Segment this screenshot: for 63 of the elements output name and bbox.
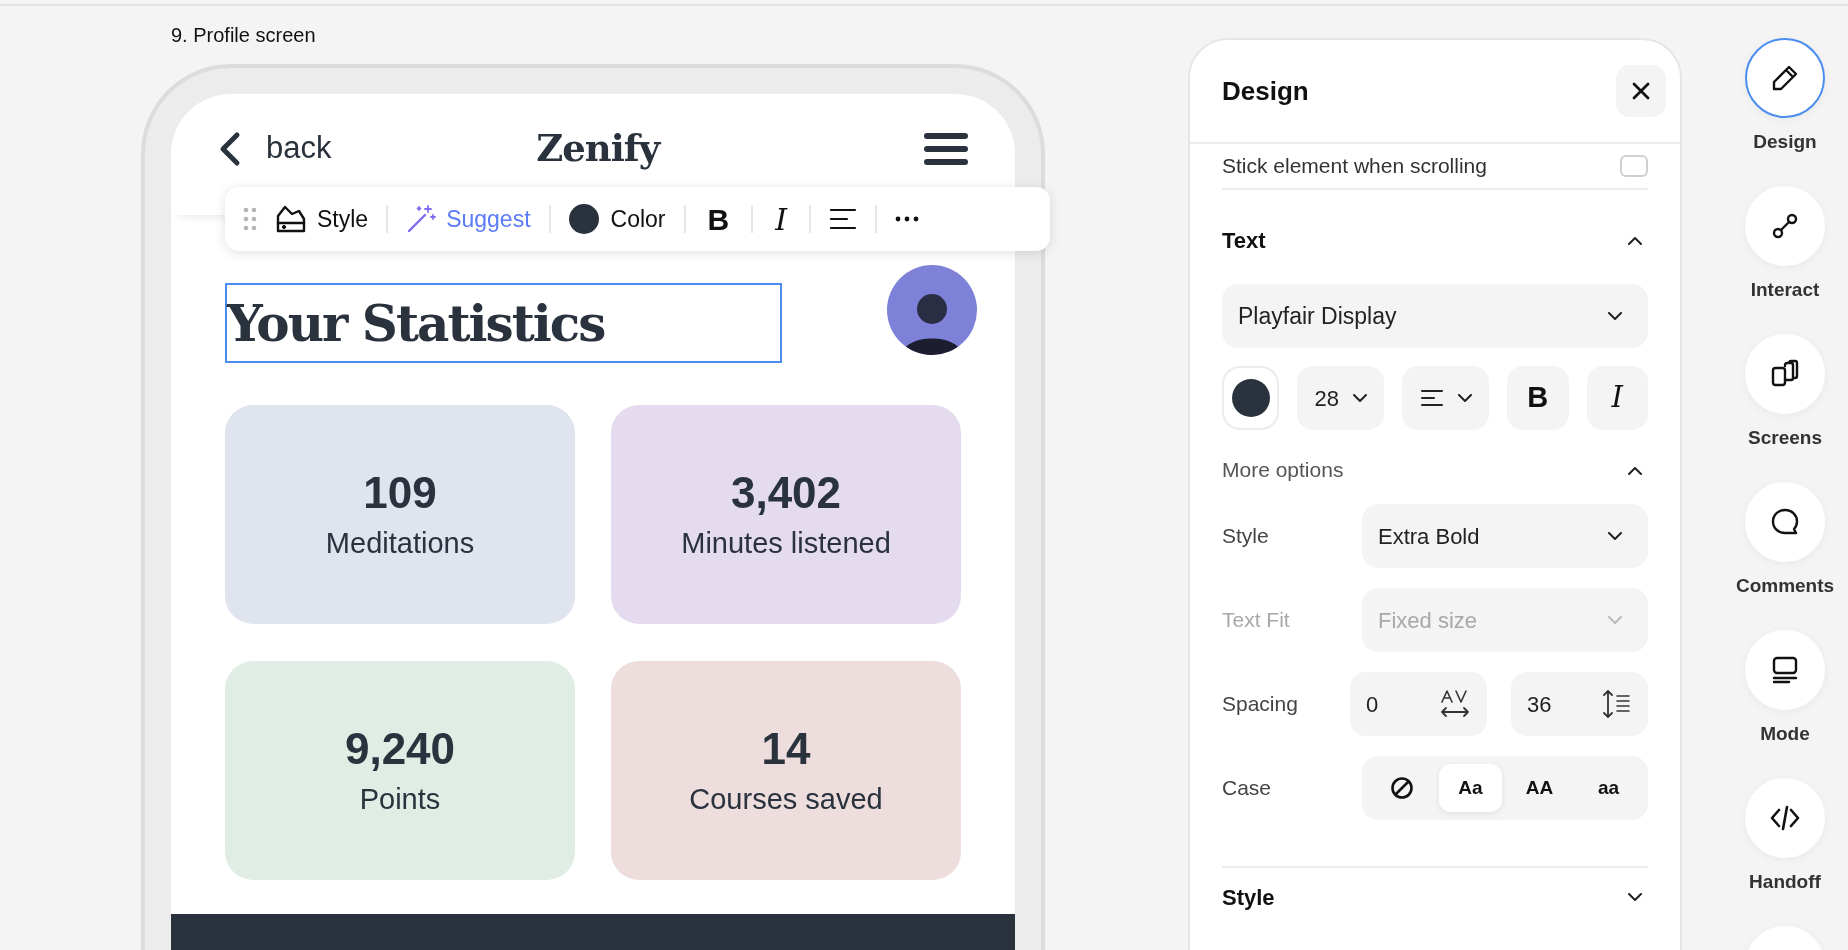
rail-label: Interact [1750, 278, 1820, 302]
style-button[interactable]: Style [275, 201, 369, 237]
checkbox[interactable] [1620, 155, 1648, 177]
section-title: Text [1222, 226, 1266, 255]
color-picker[interactable] [1222, 366, 1280, 430]
stat-label: Courses saved [689, 785, 883, 814]
chevron-down-icon [1353, 393, 1367, 403]
close-icon [1632, 82, 1650, 100]
dropdown[interactable]: Extra Bold [1362, 504, 1648, 568]
stat-value: 3,402 [730, 471, 842, 515]
color-button[interactable]: Color [568, 201, 666, 237]
bold-button[interactable]: B [703, 196, 734, 242]
field-label: Style [1222, 523, 1270, 550]
stat-label: Minutes listened [681, 529, 891, 558]
field-label: Text Fit [1222, 607, 1291, 634]
menu-icon[interactable] [924, 131, 968, 166]
field-label: Case [1222, 775, 1273, 802]
stat-value: 109 [363, 471, 437, 515]
chevron-down-icon [1608, 615, 1622, 625]
case-option[interactable]: aa [1577, 764, 1640, 812]
app-title: Zenify [536, 124, 660, 172]
back-link[interactable]: back [266, 125, 332, 172]
letter-spacing-field[interactable]: 0 [1349, 672, 1487, 736]
section-title: Style [1222, 883, 1275, 912]
option-label: Stick element when scrolling [1222, 153, 1487, 180]
no-case-icon [1389, 776, 1414, 800]
chevron-down-icon [1608, 531, 1622, 541]
stat-value: 9,240 [344, 727, 456, 771]
subsection-title: More options [1222, 457, 1344, 484]
rail-label: Handoff [1749, 870, 1821, 894]
line-height-icon [1602, 688, 1632, 720]
align-left-icon[interactable] [829, 208, 858, 230]
close-button[interactable] [1616, 65, 1666, 117]
case-option[interactable]: AA [1508, 764, 1571, 812]
chevron-down-icon [1457, 393, 1472, 403]
stat-label: Points [359, 785, 441, 814]
case-option[interactable]: Aa [1439, 764, 1502, 812]
line-height-field[interactable]: 36 [1510, 672, 1648, 736]
magic-wand-icon [406, 204, 437, 234]
italic-button[interactable]: I [771, 196, 792, 242]
frame-title: 9. Profile screen [171, 23, 316, 48]
rail-label: Design [1753, 130, 1817, 154]
suggest-button[interactable]: Suggest [406, 201, 531, 237]
font-select[interactable]: Playfair Display [1222, 284, 1648, 348]
chevron-left-icon[interactable] [218, 130, 242, 167]
chevron-down-icon [1608, 311, 1622, 321]
italic-button[interactable]: I [1586, 366, 1648, 430]
stat-label: Meditations [325, 529, 475, 558]
rail-label: Mode [1760, 722, 1810, 746]
heading-text[interactable]: Your Statistics [225, 283, 782, 363]
align-select[interactable] [1402, 366, 1489, 430]
more-icon[interactable] [895, 216, 920, 222]
rail-label: Comments [1735, 574, 1835, 598]
font-size-select[interactable]: 28 [1297, 366, 1385, 430]
stat-value: 14 [761, 727, 811, 771]
letter-spacing-icon [1438, 688, 1471, 720]
field-label: Spacing [1222, 691, 1299, 718]
rail-label: Screens [1748, 426, 1822, 450]
drag-handle-icon[interactable] [243, 207, 257, 231]
align-left-icon [1419, 389, 1444, 407]
bold-button[interactable]: B [1507, 366, 1569, 430]
panel-title: Design [1222, 74, 1309, 108]
dropdown: Fixed size [1362, 588, 1648, 652]
